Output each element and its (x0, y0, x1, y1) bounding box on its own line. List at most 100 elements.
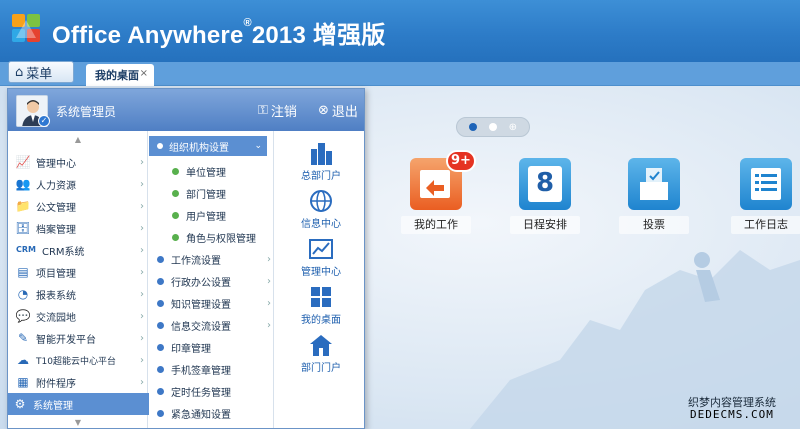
chat-icon: 💬 (15, 309, 31, 323)
menu-item-attachments[interactable]: ▦ 附件程序 › (11, 371, 148, 393)
scroll-down-icon[interactable]: ▼ (70, 418, 86, 428)
watermark-domain: DEDECMS.COM (690, 408, 774, 421)
desktop-icon-schedule[interactable]: 8 (519, 158, 571, 210)
menu-item-hr[interactable]: 👥 人力资源 › (11, 173, 148, 195)
exit-label: 退出 (331, 105, 358, 120)
quick-link-label: 管理中心 (301, 267, 341, 278)
menu-item-label: 附件程序 (36, 378, 76, 390)
submenu-item-mobile-seals[interactable]: 手机签章管理 (157, 359, 277, 379)
menu-item-system-admin[interactable]: ⚙ 系统管理 (8, 393, 162, 415)
submenu-item-company[interactable]: 单位管理 (172, 161, 292, 181)
submenu-item-label: 工作流设置 (171, 255, 221, 267)
chevron-right-icon: › (140, 332, 144, 344)
archive-icon: 🗄 (15, 221, 31, 235)
submenu-item-scheduled-tasks[interactable]: 定时任务管理 (157, 381, 277, 401)
menu-item-label: 公文管理 (36, 202, 76, 214)
chevron-right-icon: › (267, 275, 271, 287)
submenu-item-emergency-notice[interactable]: 紧急通知设置 (157, 403, 277, 423)
menu-item-label: 人力资源 (36, 180, 76, 192)
page-dot-2[interactable] (488, 123, 497, 131)
bullet-icon (172, 211, 179, 219)
quick-link-dept-portal[interactable]: 部门门户 (279, 333, 363, 374)
bullet-icon (157, 255, 164, 263)
house-icon (310, 335, 332, 356)
menu-item-projects[interactable]: ▤ 项目管理 › (11, 261, 148, 283)
submenu-item-departments[interactable]: 部门管理 (172, 183, 292, 203)
tab-my-desktop[interactable]: 我的桌面 × (86, 64, 154, 86)
submenu-item-communication[interactable]: 信息交流设置 › (157, 315, 277, 335)
desktop-pager: ⊕ (456, 117, 530, 137)
scroll-up-icon[interactable]: ▲ (70, 135, 86, 145)
menu-item-management-center[interactable]: 📈 管理中心 › (11, 151, 148, 173)
bullet-icon (157, 409, 164, 417)
desktop-icon-work-log[interactable] (740, 158, 792, 210)
submenu-item-roles[interactable]: 角色与权限管理 (172, 227, 292, 247)
ballot-box-icon (640, 168, 668, 200)
submenu-item-label: 行政办公设置 (171, 277, 231, 289)
menu-item-dev-platform[interactable]: ✎ 智能开发平台 › (11, 327, 148, 349)
close-circle-icon: ⊗ (318, 103, 329, 118)
chevron-right-icon: › (140, 266, 144, 278)
logout-button[interactable]: ⚿ 注销 (258, 101, 297, 120)
menu-item-label: T10超能云中心平台 (36, 356, 116, 367)
app-header: Office Anywhere®2013 增强版 (0, 0, 800, 62)
menu-item-label: CRM系统 (42, 246, 85, 258)
chevron-right-icon: › (140, 156, 144, 168)
menu-item-label: 项目管理 (36, 268, 76, 280)
chevron-right-icon: › (140, 354, 144, 366)
submenu-item-label: 定时任务管理 (171, 387, 231, 399)
submenu-item-label: 印章管理 (171, 343, 211, 355)
quick-links: 总部门户 信息中心 管理中心 我的桌面 部门门户 (279, 131, 363, 428)
bullet-icon (157, 365, 164, 373)
menu-item-label: 管理中心 (36, 158, 76, 170)
sub-menu: 组织机构设置 ⌄ 单位管理 部门管理 用户管理 角色与权限管理 工作流设置 › 行政… (149, 131, 274, 428)
menu-item-crm[interactable]: CRM CRM系统 › (11, 239, 148, 261)
chevron-right-icon: › (267, 297, 271, 309)
quick-link-my-desktop[interactable]: 我的桌面 (279, 285, 363, 326)
list-icon (751, 168, 781, 200)
start-menu-button[interactable]: ⌂ 菜单 (8, 61, 74, 83)
bullet-icon (157, 343, 164, 351)
menu-item-documents[interactable]: 📁 公文管理 › (11, 195, 148, 217)
exit-button[interactable]: ⊗ 退出 (318, 101, 358, 120)
quick-link-label: 部门门户 (301, 363, 341, 374)
submenu-item-workflow[interactable]: 工作流设置 › (157, 249, 277, 269)
grid-icon (311, 287, 331, 307)
key-icon: ⚿ (258, 103, 268, 118)
chevron-right-icon: › (267, 319, 271, 331)
submenu-item-users[interactable]: 用户管理 (172, 205, 292, 225)
home-icon: ⌂ (15, 64, 24, 80)
chevron-right-icon: › (140, 310, 144, 322)
submenu-org-settings[interactable]: 组织机构设置 ⌄ (149, 136, 267, 156)
chevron-down-icon: ⌄ (254, 141, 262, 151)
submenu-header-label: 组织机构设置 (169, 142, 229, 154)
quick-link-hq-portal[interactable]: 总部门户 (279, 141, 363, 182)
quick-link-management-center[interactable]: 管理中心 (279, 237, 363, 278)
app-logo-icon (12, 14, 40, 42)
page-dot-1[interactable] (468, 123, 477, 131)
menu-item-archives[interactable]: 🗄 档案管理 › (11, 217, 148, 239)
submenu-item-admin-office[interactable]: 行政办公设置 › (157, 271, 277, 291)
chevron-right-icon: › (267, 253, 271, 265)
menu-item-reports[interactable]: ◔ 报表系统 › (11, 283, 148, 305)
chevron-right-icon: › (140, 376, 144, 388)
start-menu-panel: ✓ 系统管理员 ⚿ 注销 ⊗ 退出 ▲ 📈 管理中心 › 👥 人力资源 › 📁 公文管理 ›… (7, 88, 365, 429)
submenu-item-label: 信息交流设置 (171, 321, 231, 333)
submenu-item-seals[interactable]: 印章管理 (157, 337, 277, 357)
bullet-icon (157, 299, 164, 307)
attachment-icon: ▦ (17, 375, 29, 389)
quick-link-label: 我的桌面 (301, 315, 341, 326)
submenu-item-knowledge[interactable]: 知识管理设置 › (157, 293, 277, 313)
close-icon[interactable]: × (140, 68, 148, 79)
submenu-item-label: 紧急通知设置 (171, 409, 231, 421)
globe-icon[interactable]: ⊕ (509, 122, 517, 133)
menu-item-forum[interactable]: 💬 交流园地 › (11, 305, 148, 327)
pie-icon: ◔ (17, 287, 29, 301)
desktop-label-my-work: 我的工作 (401, 216, 471, 234)
desktop-icon-vote[interactable] (628, 158, 680, 210)
globe-icon (310, 190, 332, 212)
gear-icon: ⚙ (14, 397, 26, 411)
quick-link-info-center[interactable]: 信息中心 (279, 189, 363, 230)
menu-item-cloud[interactable]: ☁ T10超能云中心平台 › (11, 349, 148, 371)
desktop-label-schedule: 日程安排 (510, 216, 580, 234)
